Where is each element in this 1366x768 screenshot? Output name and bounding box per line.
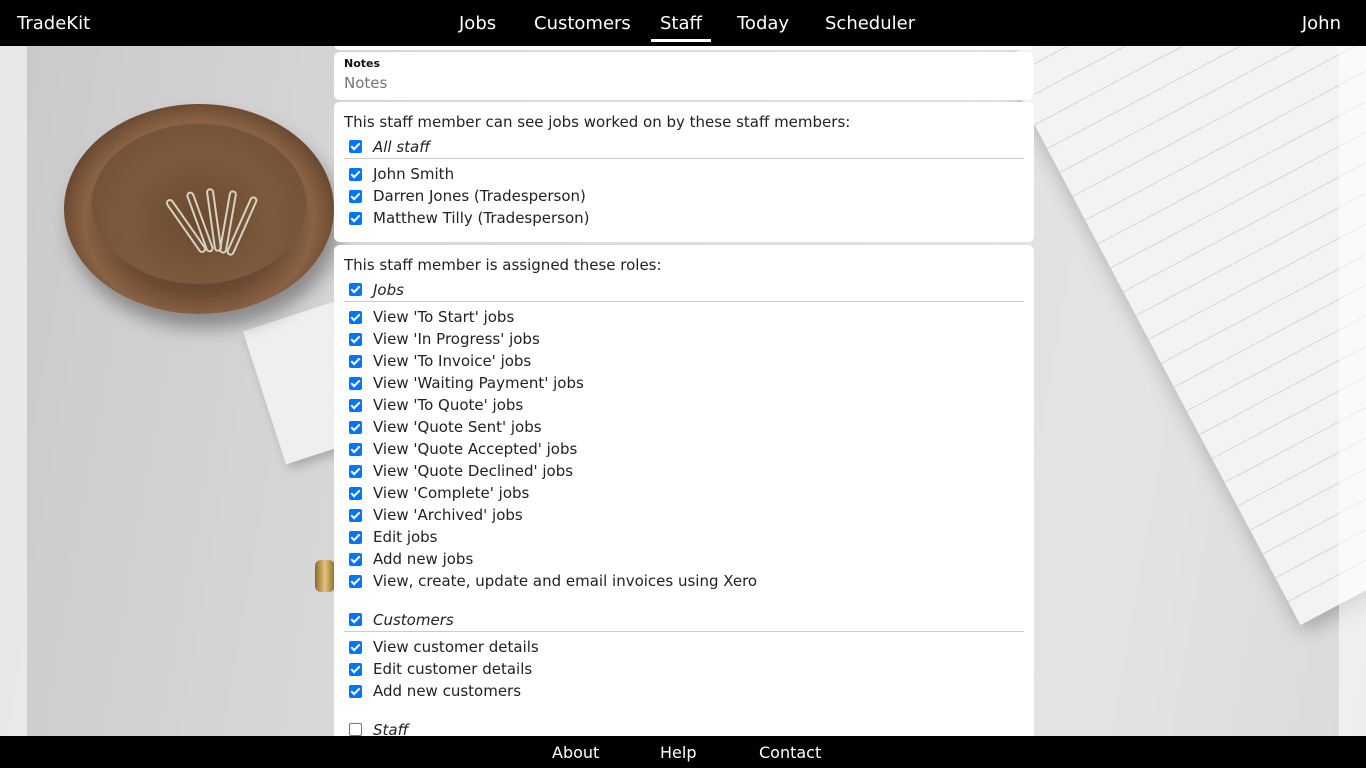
- role-row: Edit customer details: [344, 658, 1024, 680]
- role-row: Add new customers: [344, 680, 1024, 702]
- roles-card: This staff member is assigned these role…: [334, 245, 1034, 736]
- role-checkbox[interactable]: [349, 530, 362, 544]
- staff-group-label: Staff: [373, 720, 409, 737]
- footer-help-link[interactable]: Help: [660, 743, 696, 762]
- role-checkbox[interactable]: [349, 662, 362, 676]
- staff-member-checkbox[interactable]: [349, 167, 362, 181]
- background-notebook: [1000, 0, 1366, 626]
- role-row: View customer details: [344, 636, 1024, 658]
- all-staff-checkbox[interactable]: [349, 140, 362, 153]
- role-label: View customer details: [373, 638, 539, 656]
- user-menu[interactable]: John: [1302, 13, 1341, 34]
- role-row: View 'Quote Accepted' jobs: [344, 438, 1024, 460]
- role-label: Add new jobs: [373, 550, 474, 568]
- staff-group-checkbox[interactable]: [349, 723, 362, 736]
- staff-member-row: John Smith: [344, 163, 1024, 185]
- role-label: View 'Archived' jobs: [373, 506, 523, 524]
- nav-today[interactable]: Today: [737, 13, 789, 34]
- role-label: View 'Quote Accepted' jobs: [373, 440, 578, 458]
- role-checkbox[interactable]: [349, 310, 362, 324]
- role-label: View 'Quote Declined' jobs: [373, 462, 574, 480]
- role-row: View 'Quote Sent' jobs: [344, 416, 1024, 438]
- role-checkbox[interactable]: [349, 574, 362, 588]
- staff-member-label: Darren Jones (Tradesperson): [373, 187, 586, 205]
- role-row: View 'Archived' jobs: [344, 504, 1024, 526]
- main-nav: Jobs Customers Staff Today Scheduler: [0, 0, 1366, 46]
- role-row: View 'Quote Declined' jobs: [344, 460, 1024, 482]
- role-checkbox[interactable]: [349, 398, 362, 412]
- footer-bar: About Help Contact: [0, 736, 1366, 768]
- role-checkbox[interactable]: [349, 464, 362, 478]
- role-label: View 'To Invoice' jobs: [373, 352, 532, 370]
- role-checkbox[interactable]: [349, 640, 362, 654]
- role-label: View 'Waiting Payment' jobs: [373, 374, 584, 392]
- jobs-group-checkbox[interactable]: [349, 283, 362, 296]
- nav-staff[interactable]: Staff: [651, 13, 711, 42]
- staff-member-checkbox[interactable]: [349, 189, 362, 203]
- notes-card: Notes: [334, 52, 1034, 100]
- staff-member-label: John Smith: [373, 165, 455, 183]
- role-row: View 'Complete' jobs: [344, 482, 1024, 504]
- customers-group-label: Customers: [373, 610, 454, 629]
- footer-contact-link[interactable]: Contact: [759, 743, 821, 762]
- role-label: View, create, update and email invoices …: [373, 572, 758, 590]
- role-label: Edit customer details: [373, 660, 533, 678]
- role-row: View 'In Progress' jobs: [344, 328, 1024, 350]
- role-row: View 'To Start' jobs: [344, 306, 1024, 328]
- notes-input[interactable]: [344, 74, 1024, 92]
- staff-member-row: Darren Jones (Tradesperson): [344, 185, 1024, 207]
- staff-member-row: Matthew Tilly (Tradesperson): [344, 207, 1024, 229]
- customers-role-group: Customers: [344, 610, 1024, 632]
- customers-group-checkbox[interactable]: [349, 613, 362, 626]
- role-row: View 'Waiting Payment' jobs: [344, 372, 1024, 394]
- all-staff-group: All staff: [344, 137, 1024, 159]
- role-row: Edit jobs: [344, 526, 1024, 548]
- role-label: View 'To Quote' jobs: [373, 396, 524, 414]
- role-label: View 'In Progress' jobs: [373, 330, 540, 348]
- role-checkbox[interactable]: [349, 508, 362, 522]
- top-navbar: TradeKit Jobs Customers Staff Today Sche…: [0, 0, 1366, 46]
- role-label: View 'Complete' jobs: [373, 484, 530, 502]
- previous-card: [334, 46, 1034, 50]
- jobs-group-label: Jobs: [373, 280, 404, 299]
- all-staff-label: All staff: [373, 137, 431, 156]
- nav-jobs[interactable]: Jobs: [459, 13, 496, 34]
- jobs-role-group: Jobs: [344, 280, 1024, 302]
- staff-member-checkbox[interactable]: [349, 211, 362, 225]
- role-row: Add new jobs: [344, 548, 1024, 570]
- role-row: View 'To Invoice' jobs: [344, 350, 1024, 372]
- nav-scheduler[interactable]: Scheduler: [825, 13, 915, 34]
- role-checkbox[interactable]: [349, 332, 362, 346]
- notes-label: Notes: [344, 57, 381, 70]
- staff-form: Notes This staff member can see jobs wor…: [334, 46, 1034, 736]
- role-label: Edit jobs: [373, 528, 438, 546]
- role-row: View 'To Quote' jobs: [344, 394, 1024, 416]
- staff-role-group: Staff: [344, 720, 1024, 736]
- background-wooden-bowl: [64, 104, 334, 314]
- nav-customers[interactable]: Customers: [534, 13, 631, 34]
- role-checkbox[interactable]: [349, 684, 362, 698]
- footer-about-link[interactable]: About: [552, 743, 599, 762]
- visibility-title: This staff member can see jobs worked on…: [344, 113, 851, 131]
- role-label: View 'Quote Sent' jobs: [373, 418, 542, 436]
- staff-member-label: Matthew Tilly (Tradesperson): [373, 209, 590, 227]
- role-checkbox[interactable]: [349, 486, 362, 500]
- roles-title: This staff member is assigned these role…: [344, 256, 662, 274]
- role-label: Add new customers: [373, 682, 522, 700]
- role-label: View 'To Start' jobs: [373, 308, 515, 326]
- role-checkbox[interactable]: [349, 420, 362, 434]
- background-pin: [315, 560, 335, 592]
- staff-visibility-card: This staff member can see jobs worked on…: [334, 102, 1034, 242]
- role-checkbox[interactable]: [349, 354, 362, 368]
- role-checkbox[interactable]: [349, 442, 362, 456]
- role-checkbox[interactable]: [349, 376, 362, 390]
- role-row: View, create, update and email invoices …: [344, 570, 1024, 592]
- role-checkbox[interactable]: [349, 552, 362, 566]
